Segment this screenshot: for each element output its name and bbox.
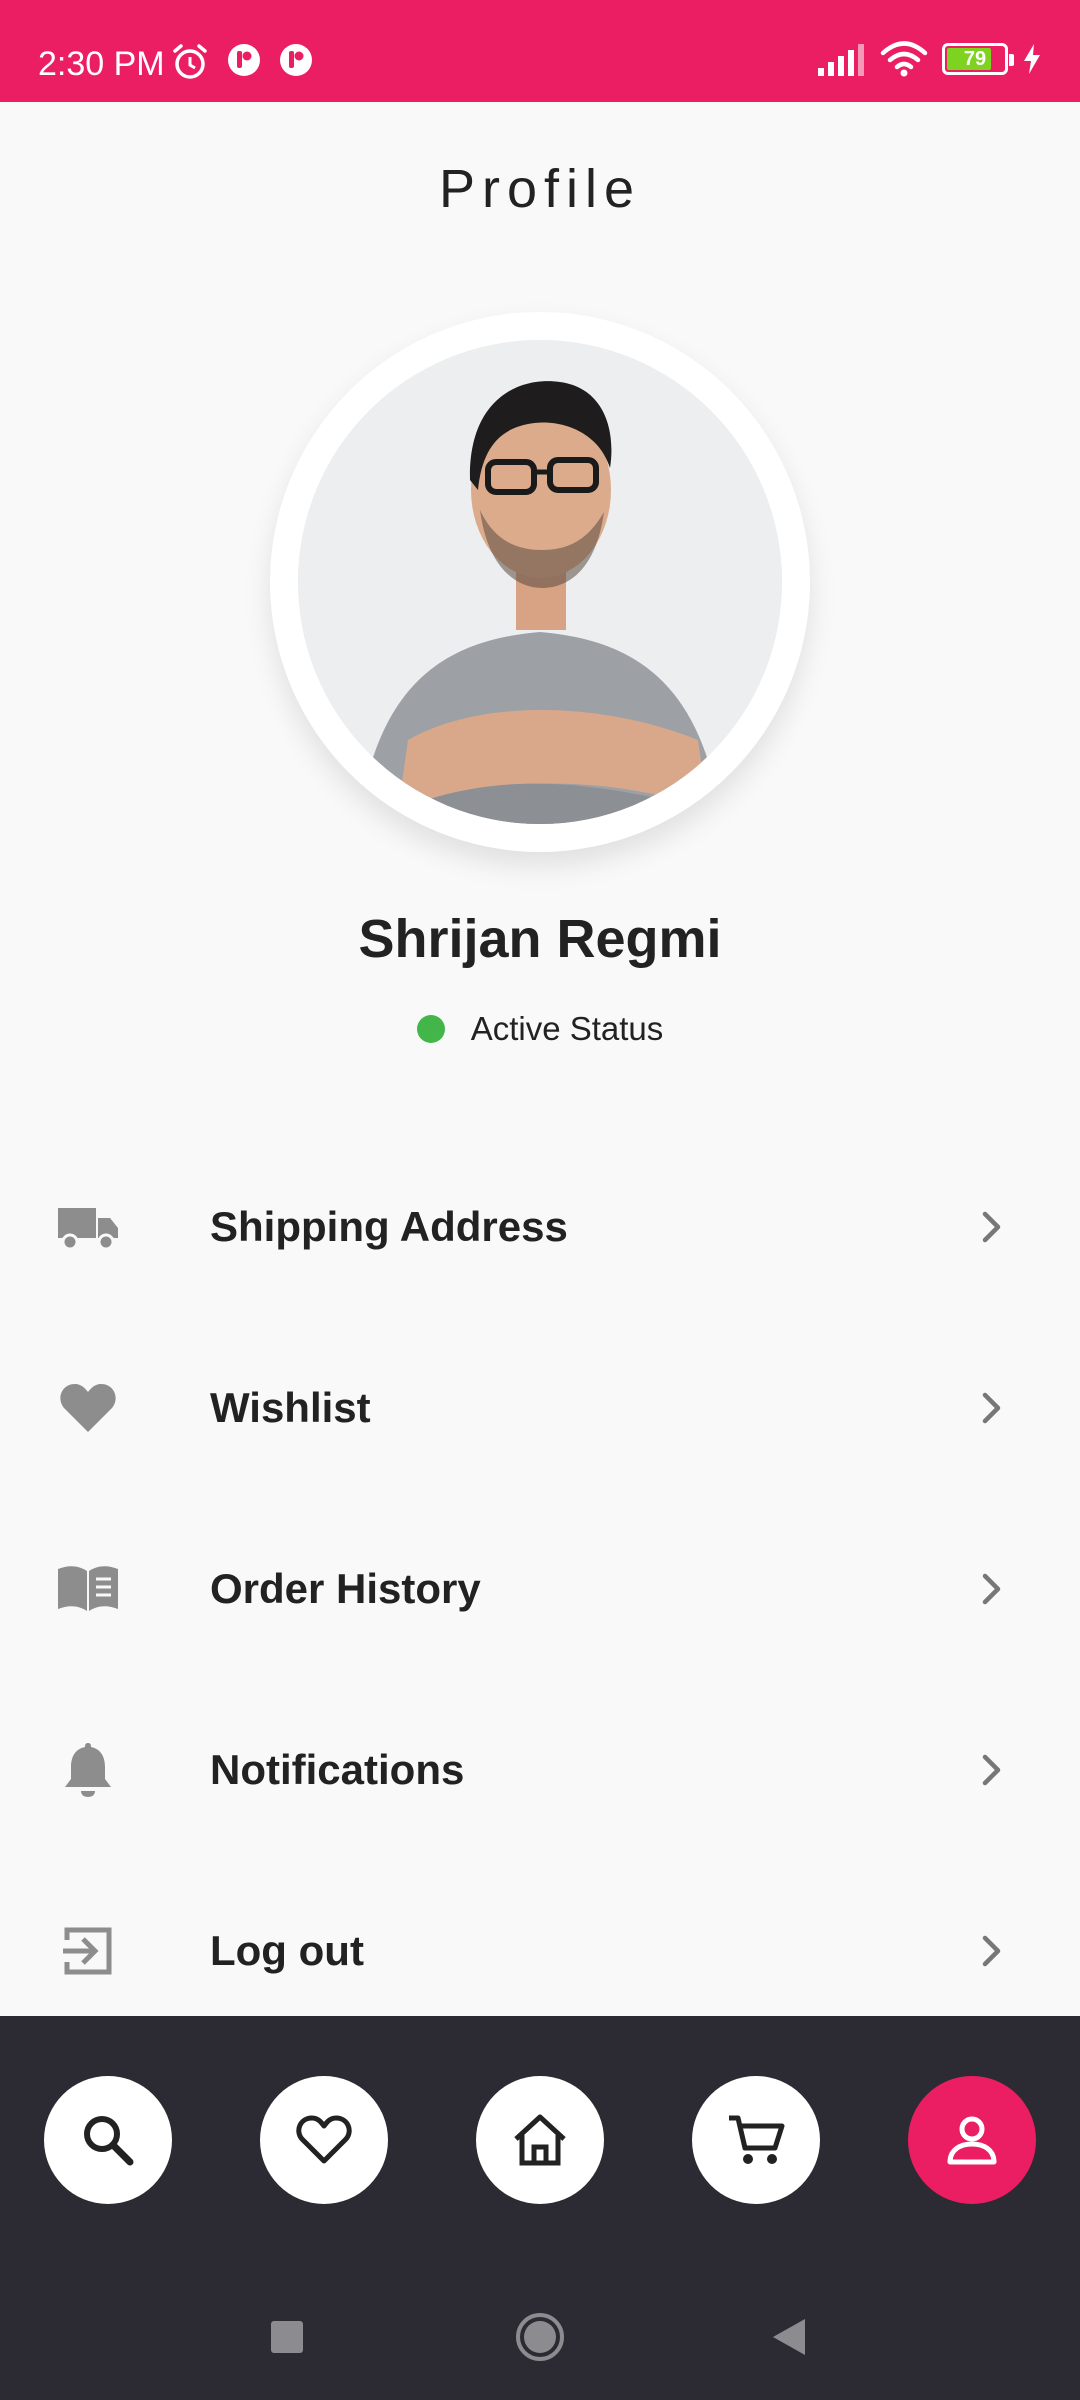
menu-item-log-out[interactable]: Log out <box>0 1876 1080 2026</box>
home-icon <box>514 2114 566 2166</box>
bell-icon <box>56 1738 120 1802</box>
chevron-right-icon <box>974 1388 1010 1428</box>
book-icon <box>56 1557 120 1621</box>
status-left-icons <box>170 42 314 82</box>
bottom-nav <box>0 2016 1080 2274</box>
system-home-button[interactable] <box>515 2312 565 2362</box>
cart-icon <box>729 2115 785 2164</box>
menu-item-shipping-address[interactable]: Shipping Address <box>0 1152 1080 1302</box>
user-name: Shrijan Regmi <box>358 909 722 969</box>
back-icon <box>773 2319 805 2355</box>
logout-icon <box>56 1919 120 1983</box>
recents-button[interactable] <box>262 2312 312 2362</box>
battery-level: 79 <box>963 48 987 70</box>
chevron-right-icon <box>974 1569 1010 1609</box>
battery-icon: 79 <box>942 43 1014 75</box>
home-circle-icon <box>516 2313 564 2361</box>
truck-icon <box>56 1195 120 1259</box>
chevron-right-icon <box>974 1750 1010 1790</box>
signal-icon <box>818 44 864 76</box>
nav-cart-button[interactable] <box>692 2076 820 2204</box>
search-icon <box>84 2116 134 2166</box>
menu-item-label: Order History <box>210 1565 481 1612</box>
avatar-photo <box>298 340 782 824</box>
status-time: 2:30 PM <box>38 45 165 83</box>
menu-item-order-history[interactable]: Order History <box>0 1514 1080 1664</box>
nav-wishlist-button[interactable] <box>260 2076 388 2204</box>
avatar-ring[interactable] <box>270 312 810 852</box>
nav-search-button[interactable] <box>44 2076 172 2204</box>
nav-home-button[interactable] <box>476 2076 604 2204</box>
recents-icon <box>271 2321 303 2353</box>
system-nav <box>0 2274 1080 2400</box>
heart-outline-icon <box>296 2115 352 2164</box>
page-title: Profile <box>438 159 642 219</box>
status-dot-icon <box>416 1015 445 1043</box>
back-button[interactable] <box>764 2312 814 2362</box>
status-bar: 2:30 PM 79 <box>0 0 1080 102</box>
active-status: Active Status <box>0 1010 1080 1048</box>
app-notification-icon <box>280 44 312 76</box>
person-icon <box>947 2116 997 2165</box>
alarm-icon <box>173 44 207 79</box>
charging-icon <box>1024 44 1040 74</box>
chevron-right-icon <box>974 1207 1010 1247</box>
menu-item-label: Wishlist <box>210 1384 371 1431</box>
status-right-icons: 79 <box>816 40 1042 78</box>
wifi-icon <box>880 41 928 77</box>
status-label: Active Status <box>470 1010 664 1047</box>
menu-item-label: Notifications <box>210 1746 465 1793</box>
nav-profile-button[interactable] <box>908 2076 1036 2204</box>
avatar[interactable] <box>298 340 782 824</box>
heart-icon <box>56 1376 120 1440</box>
menu-item-wishlist[interactable]: Wishlist <box>0 1333 1080 1483</box>
chevron-right-icon <box>974 1931 1010 1971</box>
menu-item-notifications[interactable]: Notifications <box>0 1695 1080 1845</box>
app-notification-icon <box>228 44 260 76</box>
menu-item-label: Shipping Address <box>210 1203 568 1250</box>
menu-item-label: Log out <box>210 1927 364 1974</box>
